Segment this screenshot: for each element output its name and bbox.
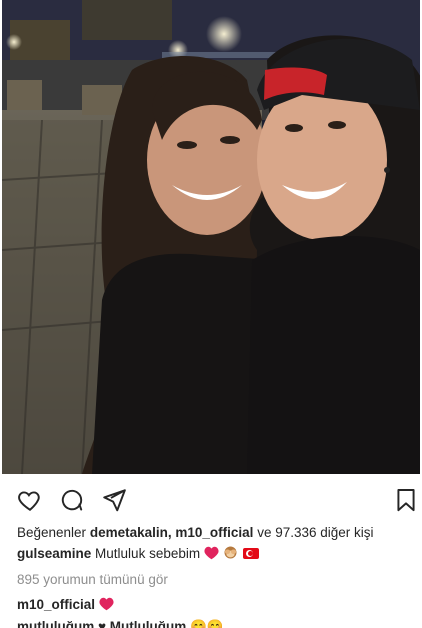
likes-line: Beğenenler demetakalin, m10_official ve … — [17, 524, 417, 542]
post-photo[interactable] — [2, 0, 420, 474]
like-button[interactable] — [16, 486, 44, 514]
likes-prefix: Beğenenler — [17, 525, 87, 540]
comment-button[interactable] — [58, 486, 86, 514]
partial-comment-text: mutluluğum ♥ Mutluluğum 😊😊 — [17, 619, 224, 628]
heart-outline-icon — [18, 491, 40, 511]
comment-line: m10_official — [17, 596, 417, 616]
partial-comment-line: mutluluğum ♥ Mutluluğum 😊😊 — [17, 618, 277, 628]
send-paper-plane-icon — [103, 489, 126, 512]
see-no-evil-monkey-icon — [223, 545, 238, 565]
post-action-bar — [0, 480, 422, 520]
caption-line: gulseamine Mutluluk sebebim — [17, 545, 417, 565]
caption-text: Mutluluk sebebim — [95, 546, 201, 561]
comment-bubble-icon — [61, 489, 83, 511]
share-button[interactable] — [100, 486, 128, 514]
bookmark-icon — [397, 489, 415, 512]
save-button[interactable] — [392, 486, 420, 514]
view-all-comments-link[interactable]: 895 yorumun tümünü gör — [17, 571, 417, 589]
turkey-flag-icon — [243, 548, 260, 559]
liker-link[interactable]: demetakalin, — [90, 525, 172, 540]
likes-count[interactable]: ve 97.336 diğer kişi — [257, 525, 373, 540]
comment-username[interactable]: m10_official — [17, 597, 95, 612]
red-heart-icon — [99, 597, 114, 616]
liker-link-2[interactable]: m10_official — [175, 525, 253, 540]
red-heart-icon — [204, 546, 219, 565]
couple-selfie-image — [2, 0, 420, 474]
caption-username[interactable]: gulseamine — [17, 546, 91, 561]
